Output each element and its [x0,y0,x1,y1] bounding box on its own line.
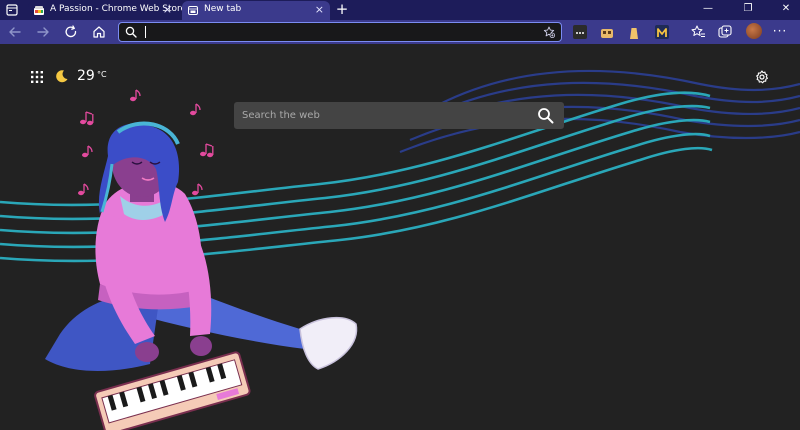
favorites-icon[interactable] [690,24,706,40]
settings-and-more-button[interactable]: ··· [772,23,788,39]
toolbar: ··· [0,20,800,44]
girl-with-keyboard-figure [45,121,358,430]
address-bar[interactable] [118,22,562,42]
browser-window: A Passion - Chrome Web Store × New tab ×… [0,0,800,430]
new-tab-button[interactable]: + [334,1,350,17]
moon-icon [56,70,68,83]
refresh-icon[interactable] [62,23,80,41]
extension-sticker-icon[interactable] [600,25,614,39]
temperature-unit: °C [97,70,107,79]
tab-actions-icon[interactable] [6,4,18,16]
restore-button[interactable]: ❐ [740,2,756,16]
address-input[interactable] [143,24,523,39]
back-arrow-icon[interactable] [6,23,24,41]
web-search-input[interactable] [242,107,522,124]
tab-strip: A Passion - Chrome Web Store × New tab ×… [0,0,800,20]
tab-new-tab[interactable]: New tab × [182,1,330,20]
collections-icon[interactable] [717,24,733,40]
chrome-web-store-favicon-icon [34,6,44,15]
web-search-box[interactable] [234,102,564,129]
tab-title: New tab [204,4,242,14]
extension-password-icon[interactable] [573,25,587,39]
minimize-button[interactable]: — [700,2,716,16]
add-favorite-icon[interactable] [543,26,555,38]
tab-chrome-web-store[interactable]: A Passion - Chrome Web Store × [28,1,186,20]
new-tab-page: 29 °C [0,44,800,430]
home-icon[interactable] [90,23,108,41]
new-tab-favicon-icon [188,6,198,15]
apps-grid-icon[interactable] [31,71,43,83]
profile-avatar[interactable] [746,23,762,39]
extension-m-icon[interactable] [655,25,669,39]
temperature-value: 29 [77,68,95,84]
gear-icon[interactable] [755,70,769,84]
forward-arrow-icon[interactable] [34,23,52,41]
text-cursor [145,26,146,38]
tab-close-button[interactable]: × [315,3,324,17]
search-icon [125,26,137,38]
tab-close-button[interactable]: × [163,3,172,17]
search-icon[interactable] [537,107,554,124]
close-window-button[interactable]: ✕ [778,2,794,16]
extension-bag-icon[interactable] [627,25,641,39]
